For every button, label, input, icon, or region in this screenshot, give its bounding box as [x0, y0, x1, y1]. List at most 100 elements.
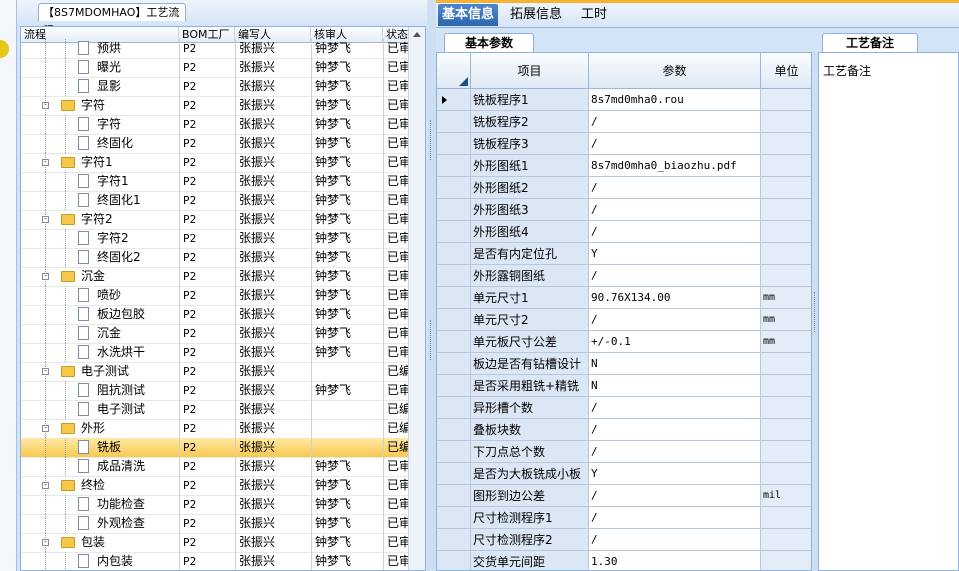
- param-value[interactable]: /: [589, 441, 761, 463]
- tree-leaf-row[interactable]: 喷砂 P2 张振兴 钟梦飞 已审: [21, 286, 409, 306]
- param-row[interactable]: 铣板程序1 8s7md0mha0.rou: [437, 89, 811, 111]
- tree-scrollbar[interactable]: [408, 27, 425, 570]
- param-row[interactable]: 外形图纸2/: [437, 177, 811, 199]
- param-value[interactable]: N: [589, 375, 761, 397]
- row-indicator[interactable]: [437, 287, 471, 309]
- param-value[interactable]: /: [589, 133, 761, 155]
- tree-group-row[interactable]: - 包装 P2 张振兴 钟梦飞 已审: [21, 533, 409, 553]
- tree-leaf-row[interactable]: 预烘 P2 张振兴 钟梦飞 已审: [21, 39, 409, 59]
- tree-leaf-row[interactable]: 终固化 P2 张振兴 钟梦飞 已审: [21, 134, 409, 154]
- tree-leaf-row[interactable]: 水洗烘干 P2 张振兴 钟梦飞 已审: [21, 343, 409, 363]
- row-indicator[interactable]: [437, 529, 471, 551]
- collapse-toggle-icon[interactable]: -: [42, 482, 49, 489]
- tree-leaf-row[interactable]: 外观检查 P2 张振兴 钟梦飞 已审: [21, 514, 409, 534]
- row-indicator[interactable]: [437, 551, 471, 570]
- row-indicator[interactable]: [437, 485, 471, 507]
- row-indicator[interactable]: [437, 133, 471, 155]
- col-header-item[interactable]: 项目: [471, 53, 589, 89]
- tree-leaf-row[interactable]: 阻抗测试 P2 张振兴 钟梦飞 已审: [21, 381, 409, 401]
- row-indicator[interactable]: [437, 243, 471, 265]
- tab-basic-params[interactable]: 基本参数: [444, 33, 534, 52]
- collapse-toggle-icon[interactable]: -: [42, 273, 49, 280]
- param-value[interactable]: N: [589, 353, 761, 375]
- row-indicator[interactable]: [437, 507, 471, 529]
- tree-leaf-row[interactable]: 字符2 P2 张振兴 钟梦飞 已审: [21, 229, 409, 249]
- tree-leaf-row[interactable]: 板边包胶 P2 张振兴 钟梦飞 已审: [21, 305, 409, 325]
- param-row[interactable]: 铣板程序3/: [437, 133, 811, 155]
- param-row[interactable]: 交货单元间距 1.30: [437, 551, 811, 570]
- param-row[interactable]: 板边是否有钻槽设计 N: [437, 353, 811, 375]
- tree-leaf-row[interactable]: 字符 P2 张振兴 钟梦飞 已审: [21, 115, 409, 135]
- row-indicator[interactable]: [437, 375, 471, 397]
- tab-extended-info[interactable]: 拓展信息: [506, 4, 566, 26]
- tree-leaf-row[interactable]: 终固化1 P2 张振兴 钟梦飞 已审: [21, 191, 409, 211]
- tree-leaf-row[interactable]: 终固化2 P2 张振兴 钟梦飞 已审: [21, 248, 409, 268]
- row-indicator[interactable]: [437, 419, 471, 441]
- tree-leaf-row[interactable]: 显影 P2 张振兴 钟梦飞 已审: [21, 77, 409, 97]
- row-indicator[interactable]: [437, 331, 471, 353]
- param-value[interactable]: /: [589, 485, 761, 507]
- tree-group-row[interactable]: - 字符 P2 张振兴 钟梦飞 已审: [21, 96, 409, 116]
- collapse-toggle-icon[interactable]: -: [42, 425, 49, 432]
- param-row[interactable]: 铣板程序2/: [437, 111, 811, 133]
- tree-leaf-row[interactable]: 字符1 P2 张振兴 钟梦飞 已审: [21, 172, 409, 192]
- param-row[interactable]: 是否为大板铣成小板 Y: [437, 463, 811, 485]
- tree-group-row[interactable]: - 字符1 P2 张振兴 钟梦飞 已审: [21, 153, 409, 173]
- tree-group-row[interactable]: - 字符2 P2 张振兴 钟梦飞 已审: [21, 210, 409, 230]
- col-header-param[interactable]: 参数: [589, 53, 761, 89]
- param-value[interactable]: /: [589, 177, 761, 199]
- row-indicator[interactable]: [437, 441, 471, 463]
- row-indicator[interactable]: [437, 353, 471, 375]
- row-indicator[interactable]: [437, 111, 471, 133]
- row-indicator[interactable]: [437, 199, 471, 221]
- param-value[interactable]: /: [589, 397, 761, 419]
- param-value[interactable]: /: [589, 221, 761, 243]
- param-value[interactable]: Y: [589, 463, 761, 485]
- row-indicator[interactable]: [437, 397, 471, 419]
- tree-leaf-row[interactable]: 曝光 P2 张振兴 钟梦飞 已审: [21, 58, 409, 78]
- collapse-toggle-icon[interactable]: -: [42, 216, 49, 223]
- tree-leaf-row[interactable]: 沉金 P2 张振兴 钟梦飞 已审: [21, 324, 409, 344]
- tree-leaf-row[interactable]: 电子测试 P2 张振兴 已编: [21, 400, 409, 420]
- param-row[interactable]: 叠板块数 /: [437, 419, 811, 441]
- param-value[interactable]: 90.76X134.00: [589, 287, 761, 309]
- param-row[interactable]: 外形图纸1 8s7md0mha0_biaozhu.pdf: [437, 155, 811, 177]
- collapse-toggle-icon[interactable]: -: [42, 539, 49, 546]
- param-row[interactable]: 外形图纸3/: [437, 199, 811, 221]
- param-row[interactable]: 外形图纸4/: [437, 221, 811, 243]
- row-indicator[interactable]: [437, 177, 471, 199]
- tree-group-row[interactable]: - 沉金 P2 张振兴 钟梦飞 已审: [21, 267, 409, 287]
- tree-leaf-row[interactable]: 成品清洗 P2 张振兴 钟梦飞 已审: [21, 457, 409, 477]
- splitter-grip[interactable]: [430, 120, 434, 160]
- collapse-toggle-icon[interactable]: -: [42, 102, 49, 109]
- param-row[interactable]: 尺寸检测程序1/: [437, 507, 811, 529]
- param-value[interactable]: /: [589, 419, 761, 441]
- collapse-toggle-icon[interactable]: -: [42, 159, 49, 166]
- tree-group-row[interactable]: - 电子测试 P2 张振兴 已编: [21, 362, 409, 382]
- param-value[interactable]: /: [589, 529, 761, 551]
- param-row[interactable]: 图形到边公差 / mil: [437, 485, 811, 507]
- param-row[interactable]: 单元尺寸1 90.76X134.00 mm: [437, 287, 811, 309]
- param-row[interactable]: 是否采用粗铣+精铣 N: [437, 375, 811, 397]
- row-indicator[interactable]: [437, 463, 471, 485]
- splitter-grip[interactable]: [430, 320, 434, 360]
- param-value[interactable]: 8s7md0mha0.rou: [589, 89, 761, 111]
- panel-splitter[interactable]: [427, 0, 436, 571]
- param-value[interactable]: 8s7md0mha0_biaozhu.pdf: [589, 155, 761, 177]
- param-value[interactable]: /: [589, 507, 761, 529]
- collapse-toggle-icon[interactable]: -: [42, 368, 49, 375]
- param-value[interactable]: 1.30: [589, 551, 761, 570]
- tree-group-row[interactable]: - 外形 P2 张振兴 已编: [21, 419, 409, 439]
- tab-basic-info[interactable]: 基本信息: [438, 4, 498, 26]
- scroll-up-icon[interactable]: [413, 32, 421, 37]
- param-value[interactable]: /: [589, 199, 761, 221]
- tab-process-remarks[interactable]: 工艺备注: [822, 33, 918, 52]
- param-value[interactable]: /: [589, 111, 761, 133]
- row-indicator[interactable]: [437, 309, 471, 331]
- param-row[interactable]: 单元板尺寸公差 +/-0.1 mm: [437, 331, 811, 353]
- col-header-unit[interactable]: 单位: [761, 53, 811, 89]
- row-indicator[interactable]: [437, 89, 471, 111]
- tree-leaf-row[interactable]: 功能检查 P2 张振兴 钟梦飞 已审: [21, 495, 409, 515]
- row-indicator[interactable]: [437, 265, 471, 287]
- param-row[interactable]: 下刀点总个数 /: [437, 441, 811, 463]
